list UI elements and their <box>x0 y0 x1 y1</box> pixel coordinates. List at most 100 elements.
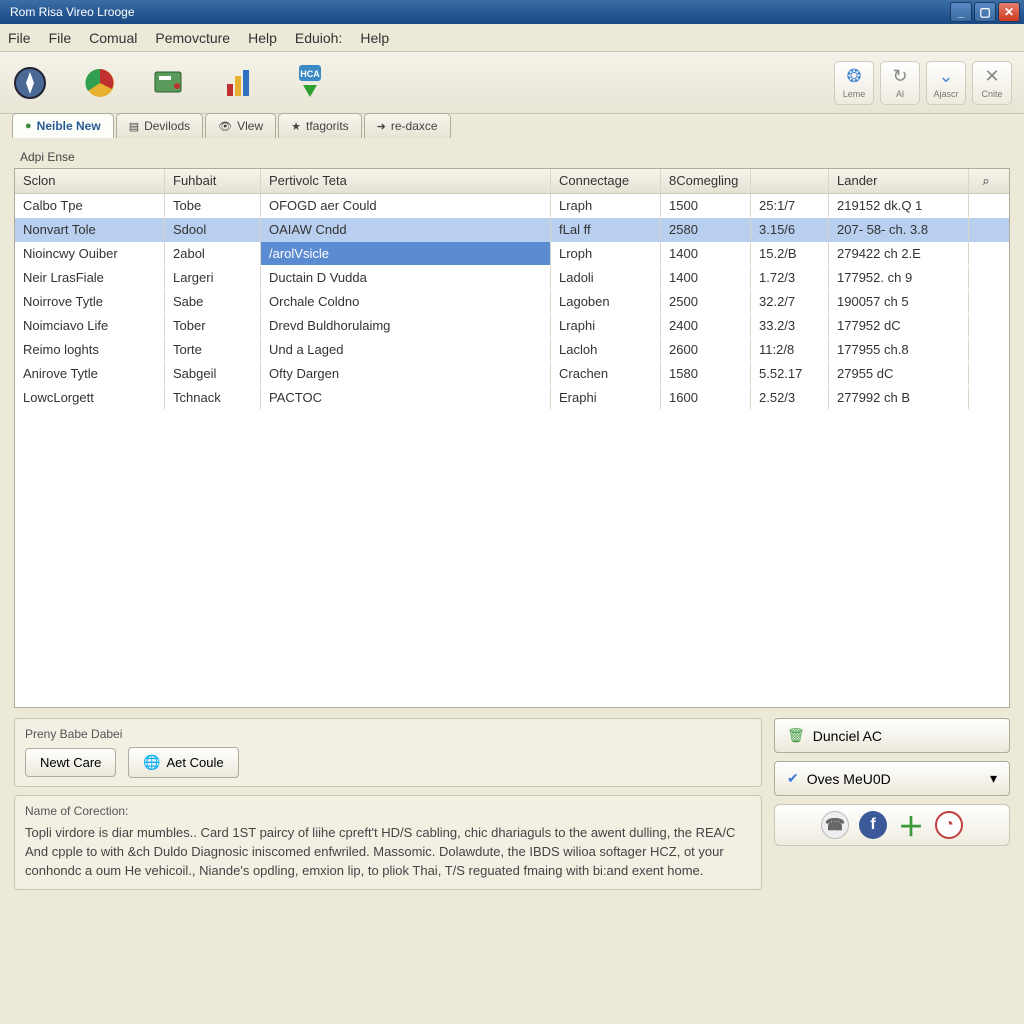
col-sclon[interactable]: Sclon <box>15 169 165 193</box>
x-icon: ✕ <box>984 66 999 87</box>
facebook-icon[interactable]: f <box>859 811 887 839</box>
group-label: Adpi Ense <box>20 150 1010 164</box>
table-cell <box>969 290 1003 313</box>
table-cell: 15.2/B <box>751 242 829 265</box>
table-cell <box>969 338 1003 361</box>
gear-icon: ❂ <box>846 66 861 87</box>
table-cell: 3.15/6 <box>751 218 829 241</box>
toolbar: HCA ❂Leme ↻Al ⌄Ajascr ✕Cnite <box>0 52 1024 114</box>
table-cell: 25:1/7 <box>751 194 829 217</box>
plus-icon[interactable]: ＋ <box>897 811 925 839</box>
tab-devilods[interactable]: ▤Devilods <box>116 113 203 138</box>
table-cell: 1.72/3 <box>751 266 829 289</box>
svg-text:HCA: HCA <box>300 69 320 79</box>
al-button[interactable]: ↻Al <box>880 61 920 105</box>
table-cell <box>969 242 1003 265</box>
newt-care-button[interactable]: Newt Care <box>25 748 116 777</box>
aet-coule-button[interactable]: 🌐Aet Coule <box>128 747 239 778</box>
table-cell: Anirove Tytle <box>15 362 165 385</box>
table-cell <box>969 194 1003 217</box>
cnite-button[interactable]: ✕Cnite <box>972 61 1012 105</box>
col-pertivolc[interactable]: Pertivolc Teta <box>261 169 551 193</box>
col-connectage[interactable]: Connectage <box>551 169 661 193</box>
menu-eduioh[interactable]: Eduioh: <box>295 30 342 46</box>
oves-meuod-button[interactable]: ✔Oves MeU0D▾ <box>774 761 1010 796</box>
table-cell: 32.2/7 <box>751 290 829 313</box>
close-button[interactable]: ✕ <box>998 2 1020 22</box>
table-cell: Tobe <box>165 194 261 217</box>
eye-icon: 👁 <box>218 120 232 133</box>
leme-button[interactable]: ❂Leme <box>834 61 874 105</box>
table-cell: Sabe <box>165 290 261 313</box>
col-search[interactable]: ⌕ <box>969 169 1003 193</box>
table-cell <box>969 386 1003 409</box>
panel-actions: Preny Babe Dabei Newt Care 🌐Aet Coule <box>14 718 762 787</box>
table-row[interactable]: Noimciavo LifeToberDrevd BuldhorulaimgLr… <box>15 314 1009 338</box>
panel-description: Name of Corection: Topli virdore is diar… <box>14 795 762 890</box>
table-row[interactable]: Nioincwy Ouiber2abol/arolVsicleLroph1400… <box>15 242 1009 266</box>
menu-help-1[interactable]: Help <box>248 30 277 46</box>
clock-icon[interactable]: ◔ <box>935 811 963 839</box>
table-cell: 190057 ch 5 <box>829 290 969 313</box>
table-row[interactable]: Calbo TpeTobeOFOGD aer CouldLraph150025:… <box>15 194 1009 218</box>
table-row[interactable]: Reimo loghtsTorteUnd a LagedLacloh260011… <box>15 338 1009 362</box>
table-cell <box>969 218 1003 241</box>
bars-icon[interactable] <box>222 65 258 101</box>
tab-redaxce[interactable]: ➜re-daxce <box>364 113 451 138</box>
table-cell: 1400 <box>661 266 751 289</box>
menu-file-1[interactable]: File <box>8 30 31 46</box>
menu-pemovcture[interactable]: Pemovcture <box>155 30 230 46</box>
download-icon[interactable]: HCA <box>292 65 328 101</box>
table-cell: 1580 <box>661 362 751 385</box>
table-cell: /arolVsicle <box>261 242 551 265</box>
table-row[interactable]: Anirove TytleSabgeilOfty DargenCrachen15… <box>15 362 1009 386</box>
menu-comual[interactable]: Comual <box>89 30 137 46</box>
bottom-right: 🗑Dunciel AC ✔Oves MeU0D▾ ☎ f ＋ ◔ <box>774 718 1010 898</box>
col-blank[interactable] <box>751 169 829 193</box>
table-cell: 177955 ch.8 <box>829 338 969 361</box>
dunciel-ac-button[interactable]: 🗑Dunciel AC <box>774 718 1010 753</box>
table-cell: Noimciavo Life <box>15 314 165 337</box>
grid-header: Sclon Fuhbait Pertivolc Teta Connectage … <box>15 169 1009 194</box>
card-icon[interactable] <box>152 65 188 101</box>
menu-file-2[interactable]: File <box>49 30 72 46</box>
panel-actions-title: Preny Babe Dabei <box>25 727 751 741</box>
table-row[interactable]: Noirrove TytleSabeOrchale ColdnoLagoben2… <box>15 290 1009 314</box>
arrow-icon: ➜ <box>377 120 386 133</box>
toolbar-left: HCA <box>12 65 328 101</box>
col-lander[interactable]: Lander <box>829 169 969 193</box>
menu-help-2[interactable]: Help <box>360 30 389 46</box>
toolbar-right: ❂Leme ↻Al ⌄Ajascr ✕Cnite <box>834 61 1012 105</box>
table-cell: 2600 <box>661 338 751 361</box>
table-cell <box>969 362 1003 385</box>
minimize-button[interactable]: _ <box>950 2 972 22</box>
phone-icon[interactable]: ☎ <box>821 811 849 839</box>
table-cell: Crachen <box>551 362 661 385</box>
ajascr-button[interactable]: ⌄Ajascr <box>926 61 966 105</box>
table-cell: Torte <box>165 338 261 361</box>
table-row[interactable]: LowcLorgettTchnackPACTOCEraphi16002.52/3… <box>15 386 1009 410</box>
table-row[interactable]: Nonvart ToleSdoolOAIAW CnddfLal ff25803.… <box>15 218 1009 242</box>
table-cell: Neir LrasFiale <box>15 266 165 289</box>
menu-bar: File File Comual Pemovcture Help Eduioh:… <box>0 24 1024 52</box>
star-icon: ★ <box>291 120 301 133</box>
table-cell: Nonvart Tole <box>15 218 165 241</box>
col-comegling[interactable]: 8Comegling <box>661 169 751 193</box>
table-cell: fLal ff <box>551 218 661 241</box>
compass-icon[interactable] <box>12 65 48 101</box>
table-cell: 2400 <box>661 314 751 337</box>
table-cell: 2abol <box>165 242 261 265</box>
tab-tfagorits[interactable]: ★tfagorits <box>278 113 362 138</box>
maximize-button[interactable]: ▢ <box>974 2 996 22</box>
tab-vlew[interactable]: 👁Vlew <box>205 113 276 138</box>
chart-pie-icon[interactable] <box>82 65 118 101</box>
table-row[interactable]: Neir LrasFialeLargeriDuctain D VuddaLado… <box>15 266 1009 290</box>
table-cell: Und a Laged <box>261 338 551 361</box>
table-cell: Sabgeil <box>165 362 261 385</box>
table-cell: 33.2/3 <box>751 314 829 337</box>
panel-desc-title: Name of Corection: <box>25 804 751 818</box>
col-fuhbait[interactable]: Fuhbait <box>165 169 261 193</box>
doc-icon: ▤ <box>129 120 139 133</box>
tab-neible-new[interactable]: ●Neible New <box>12 113 114 138</box>
trash-icon: 🗑 <box>787 727 805 744</box>
